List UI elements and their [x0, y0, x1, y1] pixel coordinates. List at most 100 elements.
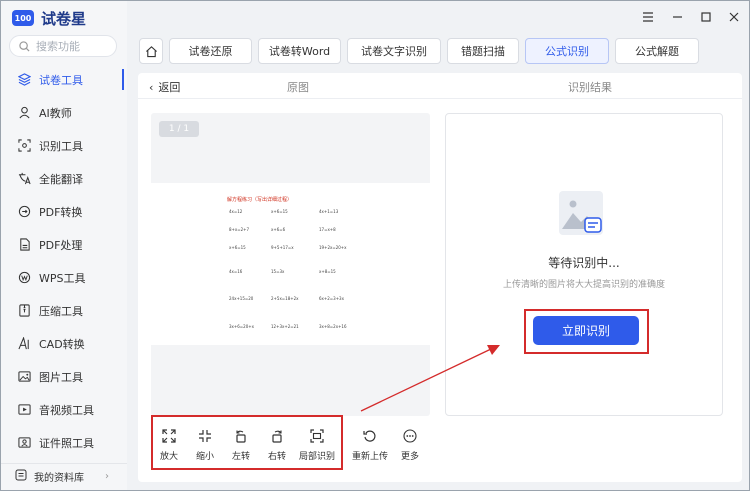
equation-item: x+6=6 — [271, 227, 286, 232]
search-box[interactable] — [9, 35, 117, 57]
tool-label: 重新上传 — [351, 452, 388, 462]
toolbar-highlight-box — [151, 415, 343, 470]
reupload-button[interactable]: 重新上传 — [348, 423, 392, 465]
feature-tabs: 试卷还原 试卷转Word 试卷文字识别 错题扫描 公式识别 公式解题 — [139, 38, 699, 64]
logo-badge-text: 100 — [15, 14, 32, 23]
equation-item: x+8=15 — [319, 269, 336, 274]
sidebar-item-ai-teacher[interactable]: AI教师 — [1, 96, 127, 129]
back-button[interactable]: ‹ 返回 — [149, 79, 180, 95]
back-label: 返回 — [158, 81, 181, 94]
sidebar-item-library[interactable]: 我的资料库 › — [1, 463, 127, 489]
library-icon — [15, 469, 27, 484]
teacher-icon — [18, 106, 31, 119]
search-icon — [19, 40, 30, 52]
sidebar-item-pdf-process[interactable]: PDF处理 — [1, 228, 127, 261]
sidebar-item-compress[interactable]: 压缩工具 — [1, 294, 127, 327]
equation-item: 17=x+8 — [319, 227, 336, 232]
equation-item: 24x+15=20 — [229, 296, 254, 301]
sidebar-item-media[interactable]: 音视频工具 — [1, 393, 127, 426]
media-icon — [18, 403, 31, 416]
equation-item: 9+5+17=x — [271, 245, 294, 250]
sidebar-item-label: PDF转换 — [39, 205, 83, 219]
sidebar-item-label: PDF处理 — [39, 238, 83, 252]
sidebar-item-wps[interactable]: WPS工具 — [1, 261, 127, 294]
sidebar-item-label: 音视频工具 — [39, 403, 94, 417]
sidebar-item-label: 全能翻译 — [39, 172, 83, 186]
sidebar-item-pdf-convert[interactable]: PDF转换 — [1, 195, 127, 228]
maximize-button[interactable] — [701, 11, 711, 25]
menu-icon — [643, 12, 653, 22]
sidebar-item-label: AI教师 — [39, 106, 72, 120]
equation-item: 6x+2=3+3x — [319, 296, 344, 301]
sidebar-item-image[interactable]: 图片工具 — [1, 360, 127, 393]
sidebar-item-label: 图片工具 — [39, 370, 83, 384]
sheet-title: 解方程练习（写出详细过程） — [227, 197, 293, 203]
equation-item: 4x+1=13 — [319, 209, 339, 214]
sidebar-item-id-photo[interactable]: 证件照工具 — [1, 426, 127, 459]
app-logo: 100 试卷星 — [11, 7, 86, 29]
app-brand: 试卷星 — [41, 9, 87, 28]
tab-exam-restore[interactable]: 试卷还原 — [169, 38, 252, 64]
tab-wrong-question-scan[interactable]: 错题扫描 — [447, 38, 519, 64]
sidebar-item-translate[interactable]: 全能翻译 — [1, 162, 127, 195]
equation-item: 12+3x+2=21 — [271, 324, 299, 329]
recognize-button[interactable]: 立即识别 — [533, 316, 639, 345]
original-image-label: 原图 — [287, 81, 309, 94]
search-input[interactable] — [36, 39, 100, 53]
sidebar-item-cad[interactable]: CAD转换 — [1, 327, 127, 360]
tab-formula-recognition[interactable]: 公式识别 — [525, 38, 609, 64]
exam-sheet-image: 解方程练习（写出详细过程） 4x=12 x+6=15 4x+1=13 8+x=2+7 x… — [151, 183, 430, 345]
app-window: 100 试卷星 试卷工具 AI教师 识别工具 全能翻译 — [0, 0, 750, 491]
chevron-right-icon: › — [105, 471, 109, 482]
id-photo-icon — [18, 436, 31, 449]
home-icon — [145, 45, 157, 57]
library-label: 我的资料库 — [34, 473, 84, 484]
sidebar-item-label: 试卷工具 — [39, 73, 83, 87]
equation-item: 2+5x=18+2x — [271, 296, 299, 301]
cad-icon — [18, 337, 31, 350]
sidebar-item-label: 识别工具 — [39, 139, 83, 153]
chevron-left-icon: ‹ — [149, 80, 154, 94]
home-button[interactable] — [139, 38, 163, 64]
reupload-icon — [363, 430, 376, 442]
equation-item: x+6=15 — [271, 209, 288, 214]
equation-item: 15=3x — [271, 269, 285, 274]
tab-exam-to-word[interactable]: 试卷转Word — [258, 38, 341, 64]
wps-icon — [18, 271, 31, 284]
sidebar: 100 试卷星 试卷工具 AI教师 识别工具 全能翻译 — [1, 1, 127, 490]
close-button[interactable] — [729, 11, 739, 25]
equation-item: 3x+6=20+x — [229, 324, 254, 329]
equation-item: 19+2x=20+x — [319, 245, 347, 250]
sidebar-item-label: 证件照工具 — [39, 436, 94, 450]
sidebar-item-label: CAD转换 — [39, 337, 85, 351]
hint-text: 上传清晰的图片将大大提高识别的准确度 — [502, 280, 665, 290]
sidebar-item-exam-tools[interactable]: 试卷工具 — [1, 63, 127, 96]
more-button[interactable]: 更多 — [392, 423, 428, 465]
tab-formula-solve[interactable]: 公式解题 — [615, 38, 699, 64]
scan-icon — [18, 139, 31, 152]
status-text: 等待识别中... — [548, 256, 620, 270]
minimize-button[interactable] — [672, 11, 683, 25]
equation-item: 8+x=2+7 — [229, 227, 250, 232]
equation-item: 4x=16 — [229, 269, 243, 274]
image-placeholder-icon — [559, 191, 603, 235]
window-controls — [642, 11, 739, 25]
equation-item: 4x=12 — [229, 209, 243, 214]
image-icon — [18, 370, 31, 383]
equation-item: x+6=15 — [229, 245, 246, 250]
result-label: 识别结果 — [568, 81, 612, 94]
sidebar-item-label: 压缩工具 — [39, 304, 83, 318]
content-topbar: ‹ 返回 原图 识别结果 — [138, 73, 742, 99]
equation-item: 3x+8=2x+16 — [319, 324, 347, 329]
close-icon — [729, 12, 739, 22]
pdf-convert-icon — [18, 205, 31, 218]
translate-icon — [18, 172, 31, 185]
tab-exam-text-ocr[interactable]: 试卷文字识别 — [347, 38, 441, 64]
page-indicator: 1 / 1 — [159, 121, 199, 137]
tool-label: 更多 — [400, 452, 419, 462]
minimize-icon — [673, 16, 682, 18]
menu-button[interactable] — [642, 11, 654, 25]
sidebar-item-recognition[interactable]: 识别工具 — [1, 129, 127, 162]
more-icon — [403, 429, 417, 443]
layers-icon — [18, 73, 31, 86]
